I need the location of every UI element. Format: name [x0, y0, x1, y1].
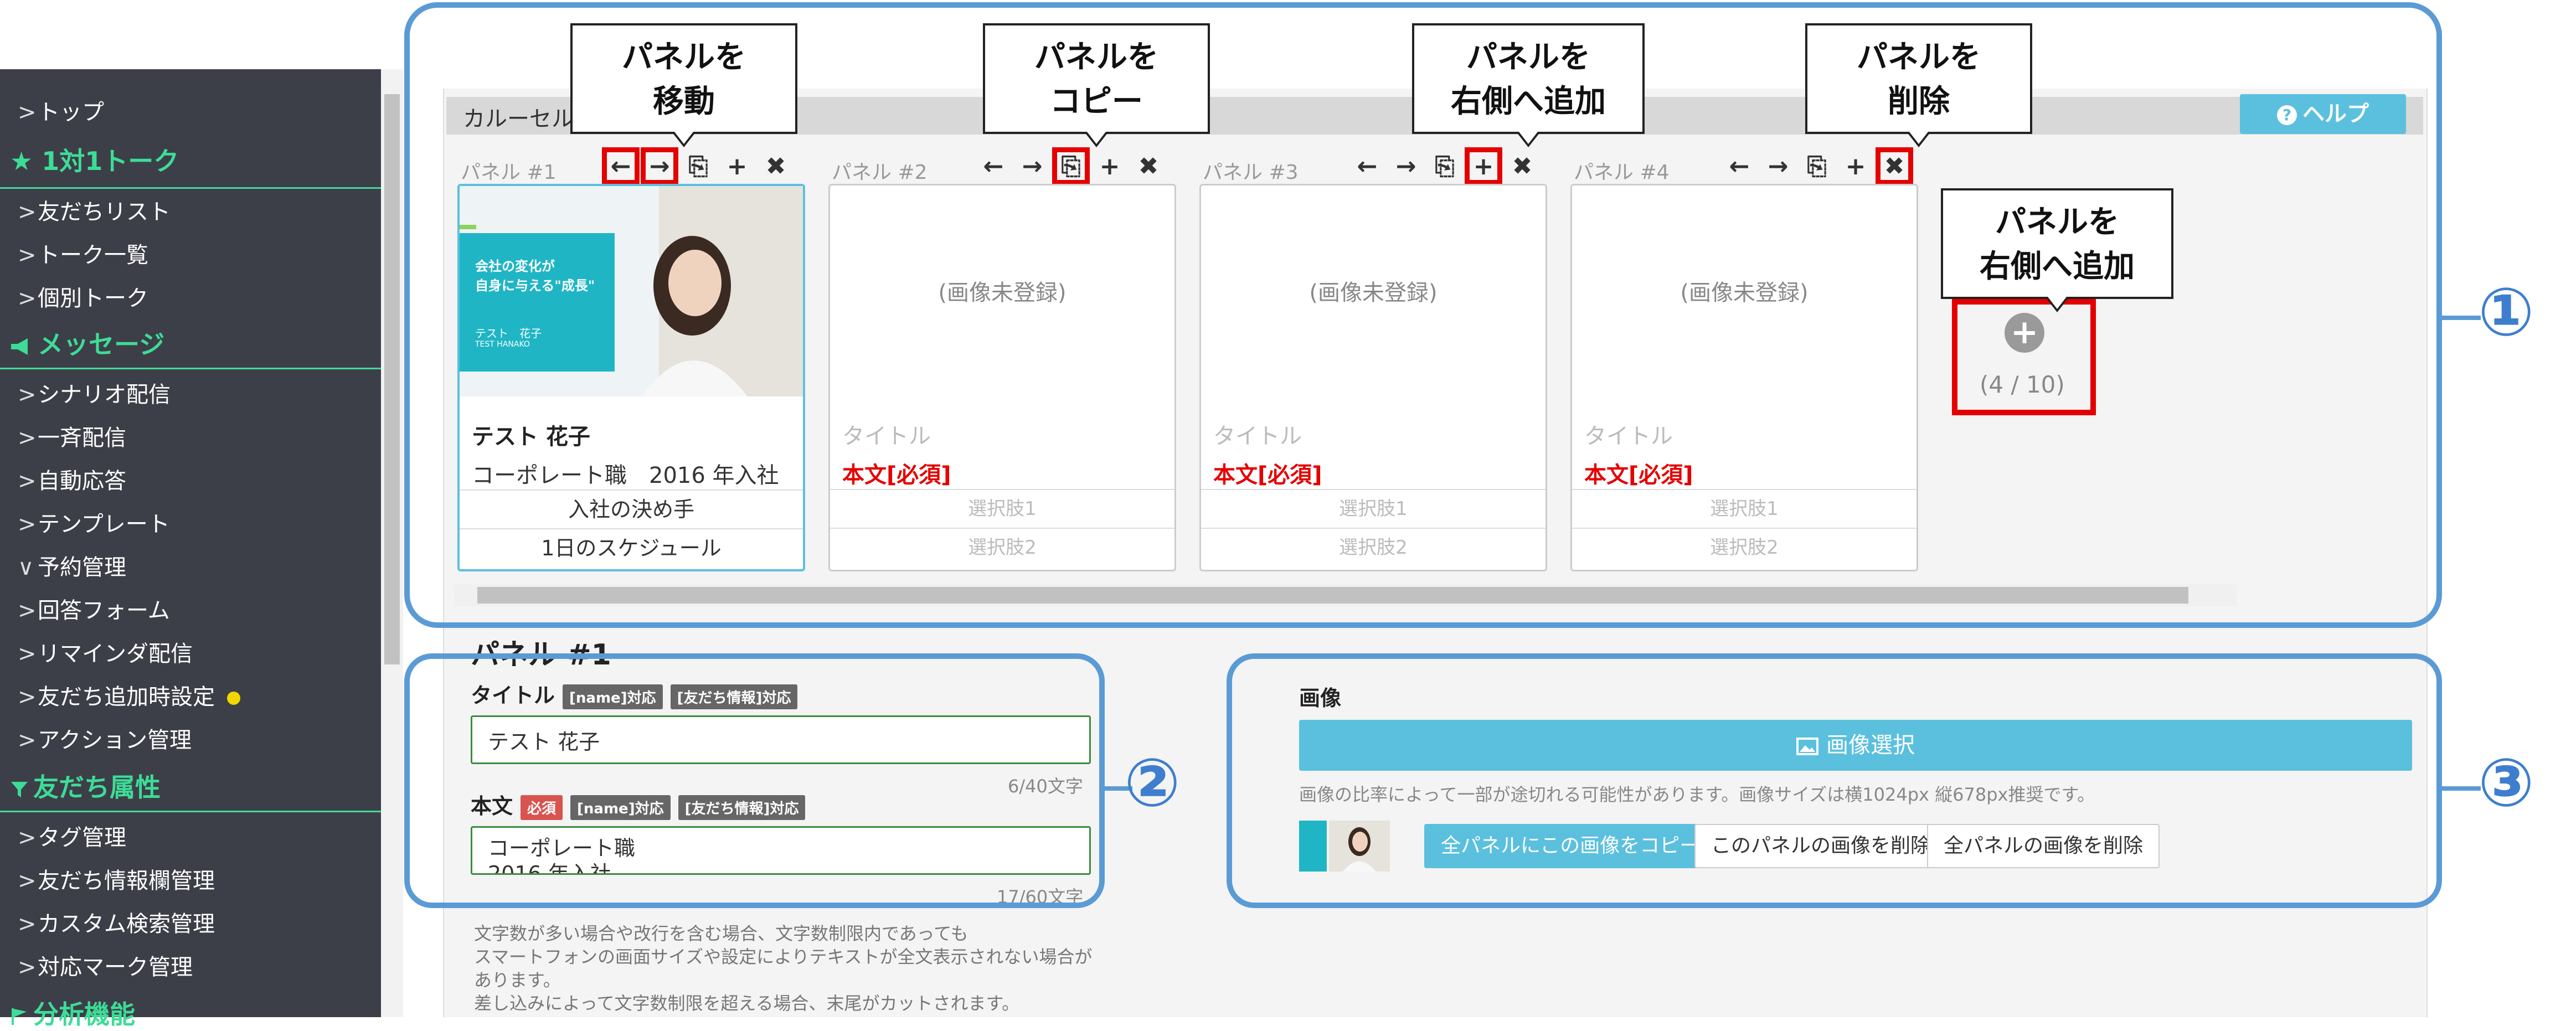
sidebar-item-custom-search[interactable]: >カスタム検索管理 [18, 906, 215, 938]
sidebar-item-reservation[interactable]: ∨ 予約管理 [18, 549, 126, 581]
sidebar-item-friend-add-settings[interactable]: >友だち追加時設定 [18, 679, 240, 711]
sidebar-item-marks[interactable]: >対応マーク管理 [18, 949, 193, 981]
sidebar-item-talk-list[interactable]: >トーク一覧 [18, 237, 148, 269]
annotation-box-3 [1227, 653, 2442, 908]
sidebar-item-tags[interactable]: >タグ管理 [18, 819, 126, 852]
marker-2: ② [1124, 745, 1181, 822]
divider [0, 187, 381, 189]
annotation-connector [2442, 786, 2481, 791]
sidebar-item-scenario[interactable]: >シナリオ配信 [18, 377, 171, 409]
sidebar-item-top[interactable]: >トップ [18, 94, 104, 126]
annotation-connector [2442, 316, 2481, 320]
divider [0, 368, 381, 369]
body-note: 文字数が多い場合や改行を含む場合、文字数制限内であっても スマートフォンの画面サ… [474, 923, 1093, 1014]
annotation-box-1 [404, 2, 2442, 628]
marker-1: ① [2478, 274, 2534, 351]
filter-icon [11, 781, 28, 797]
sidebar-item-answer-form[interactable]: >回答フォーム [18, 592, 170, 625]
flag-icon [12, 1008, 27, 1025]
page-scrollbar-thumb[interactable] [384, 94, 400, 664]
annotation-box-2 [404, 653, 1105, 908]
marker-3: ③ [2478, 745, 2534, 822]
sidebar-item-template[interactable]: >テンプレート [18, 506, 170, 538]
megaphone-icon [11, 338, 28, 355]
sidebar-item-individual-talk[interactable]: >個別トーク [18, 280, 148, 312]
divider [0, 811, 381, 812]
sidebar-heading-message: メッセージ [10, 324, 164, 361]
sidebar-item-action[interactable]: >アクション管理 [18, 722, 192, 754]
sidebar-item-friends[interactable]: >友だちリスト [18, 194, 171, 226]
sidebar-heading-attributes: 友だち属性 [10, 767, 161, 804]
sidebar-item-broadcast[interactable]: >一斉配信 [18, 420, 126, 452]
sidebar-heading-talk: ★ 1対1トーク [10, 146, 179, 176]
sidebar-item-friend-info[interactable]: >友だち情報欄管理 [18, 863, 215, 895]
notification-dot [227, 692, 240, 705]
sidebar-item-reminder[interactable]: >リマインダ配信 [18, 636, 193, 668]
sidebar-item-auto-reply[interactable]: >自動応答 [18, 463, 126, 495]
sidebar-heading-analysis: 分析機能 [10, 994, 135, 1031]
